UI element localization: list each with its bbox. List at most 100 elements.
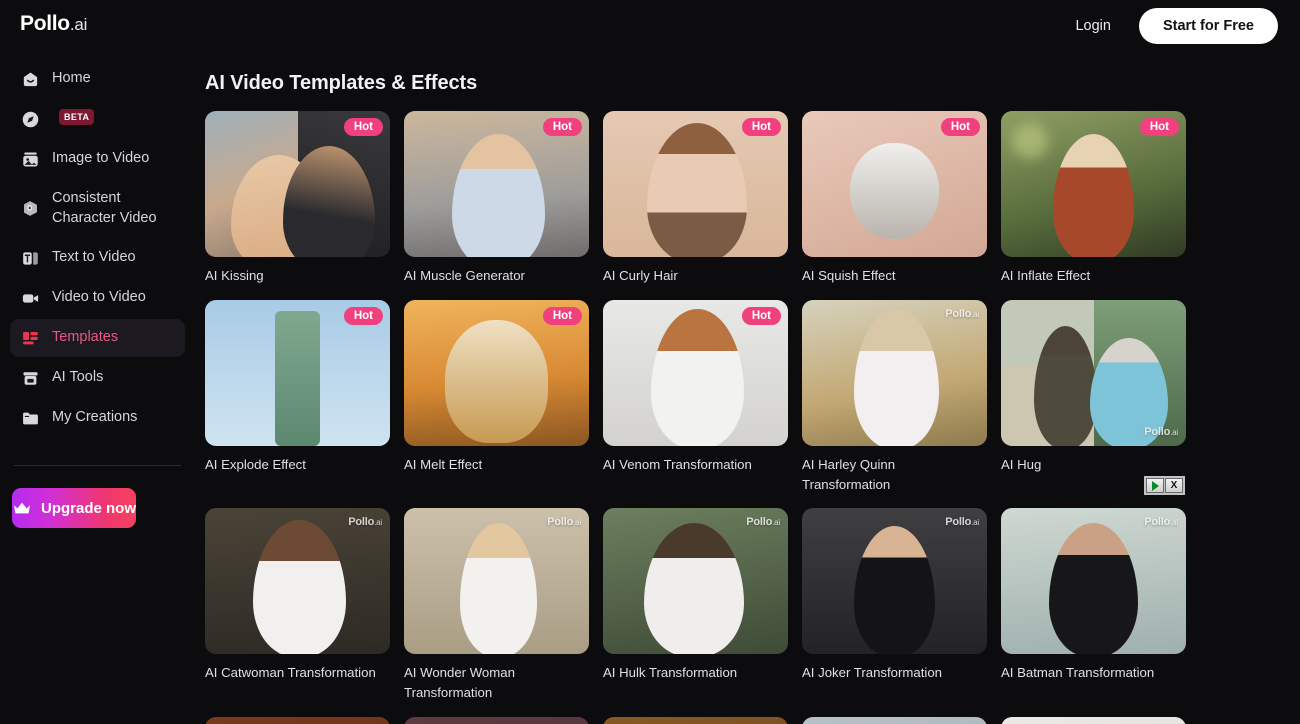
template-thumbnail[interactable]: Hot <box>603 111 788 257</box>
template-thumbnail[interactable]: Hot <box>205 111 390 257</box>
template-card[interactable]: Pollo.ai <box>1001 716 1186 724</box>
template-card[interactable]: Hot AI Curly Hair <box>603 111 788 286</box>
template-thumbnail[interactable]: Pollo.ai <box>802 716 987 724</box>
template-preview-image <box>1001 299 1186 446</box>
template-card-label: AI Curly Hair <box>603 268 678 283</box>
template-thumbnail[interactable]: Pollo.ai <box>802 299 987 446</box>
template-card[interactable]: Hot AI Venom Transformation <box>603 299 788 495</box>
template-card[interactable]: Pollo.ai AI Joker Transformation <box>802 508 987 703</box>
ad-overlay-controls[interactable]: X <box>1144 476 1185 495</box>
template-card-label: AI Venom Transformation <box>603 456 752 472</box>
template-preview-image <box>802 299 987 446</box>
sidebar-item-home[interactable]: Home <box>10 60 185 98</box>
template-card-label: AI Hulk Transformation <box>603 665 738 681</box>
sidebar-item-label: AI Tools <box>52 369 104 386</box>
watermark-suffix-text: .ai <box>772 518 780 528</box>
template-card-label: AI Harley Quinn Transformation <box>802 456 896 492</box>
crown-icon <box>12 498 32 518</box>
ad-play-icon[interactable] <box>1146 478 1164 493</box>
hot-badge: Hot <box>940 118 980 136</box>
template-card[interactable]: Pollo.ai AI Hug <box>1001 299 1186 495</box>
folder-icon <box>20 408 40 428</box>
home-icon <box>20 69 40 89</box>
template-thumbnail[interactable]: Pollo.ai <box>802 508 987 655</box>
template-card[interactable]: Pollo.ai AI Wonder Woman Transformation <box>404 508 589 703</box>
template-thumbnail[interactable]: Hot <box>603 299 788 446</box>
template-card[interactable]: Pollo.ai <box>205 716 390 724</box>
template-card[interactable]: Hot AI Kissing <box>205 111 390 286</box>
sidebar-item-templates[interactable]: Templates <box>10 319 185 358</box>
hot-badge: Hot <box>741 306 781 325</box>
app-logo[interactable]: Pollo .ai <box>20 12 87 36</box>
sidebar-item-label: Image to Video <box>52 150 150 167</box>
watermark-suffix-text: .ai <box>374 518 382 528</box>
sidebar-item-text-to-video[interactable]: Text to Video <box>10 239 185 277</box>
template-thumbnail[interactable]: Pollo.ai <box>603 508 788 655</box>
template-thumbnail[interactable]: Pollo.ai <box>205 716 390 724</box>
sidebar-item-explore[interactable]: BETA <box>10 100 185 138</box>
template-thumbnail[interactable]: Hot <box>404 299 589 446</box>
watermark-main-text: Pollo <box>945 307 972 320</box>
template-thumbnail[interactable]: Pollo.ai <box>1001 716 1186 724</box>
video-camera-icon <box>20 288 40 308</box>
sidebar-item-consistent-character-video[interactable]: Consistent Character Video <box>10 180 185 237</box>
template-card[interactable]: Hot AI Inflate Effect <box>1001 111 1186 286</box>
watermark-suffix-text: .ai <box>971 309 979 319</box>
template-preview-image <box>802 508 987 655</box>
sidebar-item-image-to-video[interactable]: Image to Video <box>10 140 185 178</box>
template-thumbnail[interactable]: Pollo.ai <box>404 508 589 655</box>
hot-badge: Hot <box>1139 118 1179 136</box>
template-card[interactable]: Hot AI Explode Effect <box>205 299 390 495</box>
template-card[interactable]: Hot AI Melt Effect <box>404 299 589 495</box>
watermark-main-text: Pollo <box>945 516 972 529</box>
template-card-label: AI Batman Transformation <box>1001 665 1155 681</box>
template-card[interactable]: Pollo.ai AI Batman Transformation <box>1001 508 1186 703</box>
template-card-label: AI Catwoman Transformation <box>205 665 376 681</box>
upgrade-now-button[interactable]: Upgrade now <box>12 488 137 529</box>
template-card[interactable]: Pollo.ai <box>802 716 987 724</box>
pollo-watermark: Pollo.ai <box>547 516 581 528</box>
template-thumbnail[interactable]: Pollo.ai <box>205 508 390 655</box>
template-thumbnail[interactable]: Hot <box>802 111 987 257</box>
template-thumbnail[interactable]: Hot <box>1001 111 1186 257</box>
template-card[interactable]: Pollo.ai <box>603 716 788 724</box>
watermark-main-text: Pollo <box>1144 516 1171 529</box>
template-thumbnail[interactable]: Pollo.ai <box>404 716 589 724</box>
upgrade-now-label: Upgrade now <box>41 499 137 517</box>
template-thumbnail[interactable]: Pollo.ai <box>603 716 788 724</box>
template-card-label: AI Hug <box>1001 456 1042 472</box>
template-preview-image <box>802 716 987 724</box>
template-card-label: AI Squish Effect <box>802 268 896 283</box>
ad-close-icon[interactable]: X <box>1165 478 1183 493</box>
template-card[interactable]: Pollo.ai AI Harley Quinn Transformation <box>802 299 987 495</box>
template-card[interactable]: Pollo.ai <box>404 716 589 724</box>
template-card[interactable]: Pollo.ai AI Catwoman Transformation <box>205 508 390 703</box>
template-thumbnail[interactable]: Hot <box>205 299 390 446</box>
hot-badge: Hot <box>542 306 582 325</box>
sidebar-item-my-creations[interactable]: My Creations <box>10 399 185 437</box>
pollo-watermark: Pollo.ai <box>945 516 979 528</box>
hot-badge: Hot <box>343 118 383 136</box>
template-preview-image <box>205 716 390 724</box>
template-card[interactable]: Hot AI Muscle Generator <box>404 111 589 286</box>
start-for-free-button[interactable]: Start for Free <box>1138 8 1278 44</box>
compass-icon <box>20 109 40 129</box>
sidebar-item-video-to-video[interactable]: Video to Video <box>10 279 185 317</box>
pollo-watermark: Pollo.ai <box>1144 516 1178 528</box>
template-preview-image <box>603 716 788 724</box>
template-thumbnail[interactable]: Pollo.ai <box>1001 299 1186 446</box>
beta-badge: BETA <box>59 109 95 126</box>
template-preview-image <box>404 716 589 724</box>
template-card-label: AI Wonder Woman Transformation <box>404 665 515 701</box>
templates-icon <box>20 328 40 348</box>
template-card[interactable]: Hot AI Squish Effect <box>802 111 987 286</box>
login-link[interactable]: Login <box>1065 12 1120 40</box>
hot-badge: Hot <box>343 306 383 325</box>
template-card[interactable]: Pollo.ai AI Hulk Transformation <box>603 508 788 703</box>
template-thumbnail[interactable]: Pollo.ai <box>1001 508 1186 655</box>
app-root: Pollo .ai Login Start for Free Home BETA Im… <box>0 0 1300 724</box>
sidebar-item-ai-tools[interactable]: AI Tools <box>10 359 185 397</box>
sidebar-item-label: Video to Video <box>52 289 146 306</box>
watermark-main-text: Pollo <box>746 516 773 529</box>
template-thumbnail[interactable]: Hot <box>404 111 589 257</box>
